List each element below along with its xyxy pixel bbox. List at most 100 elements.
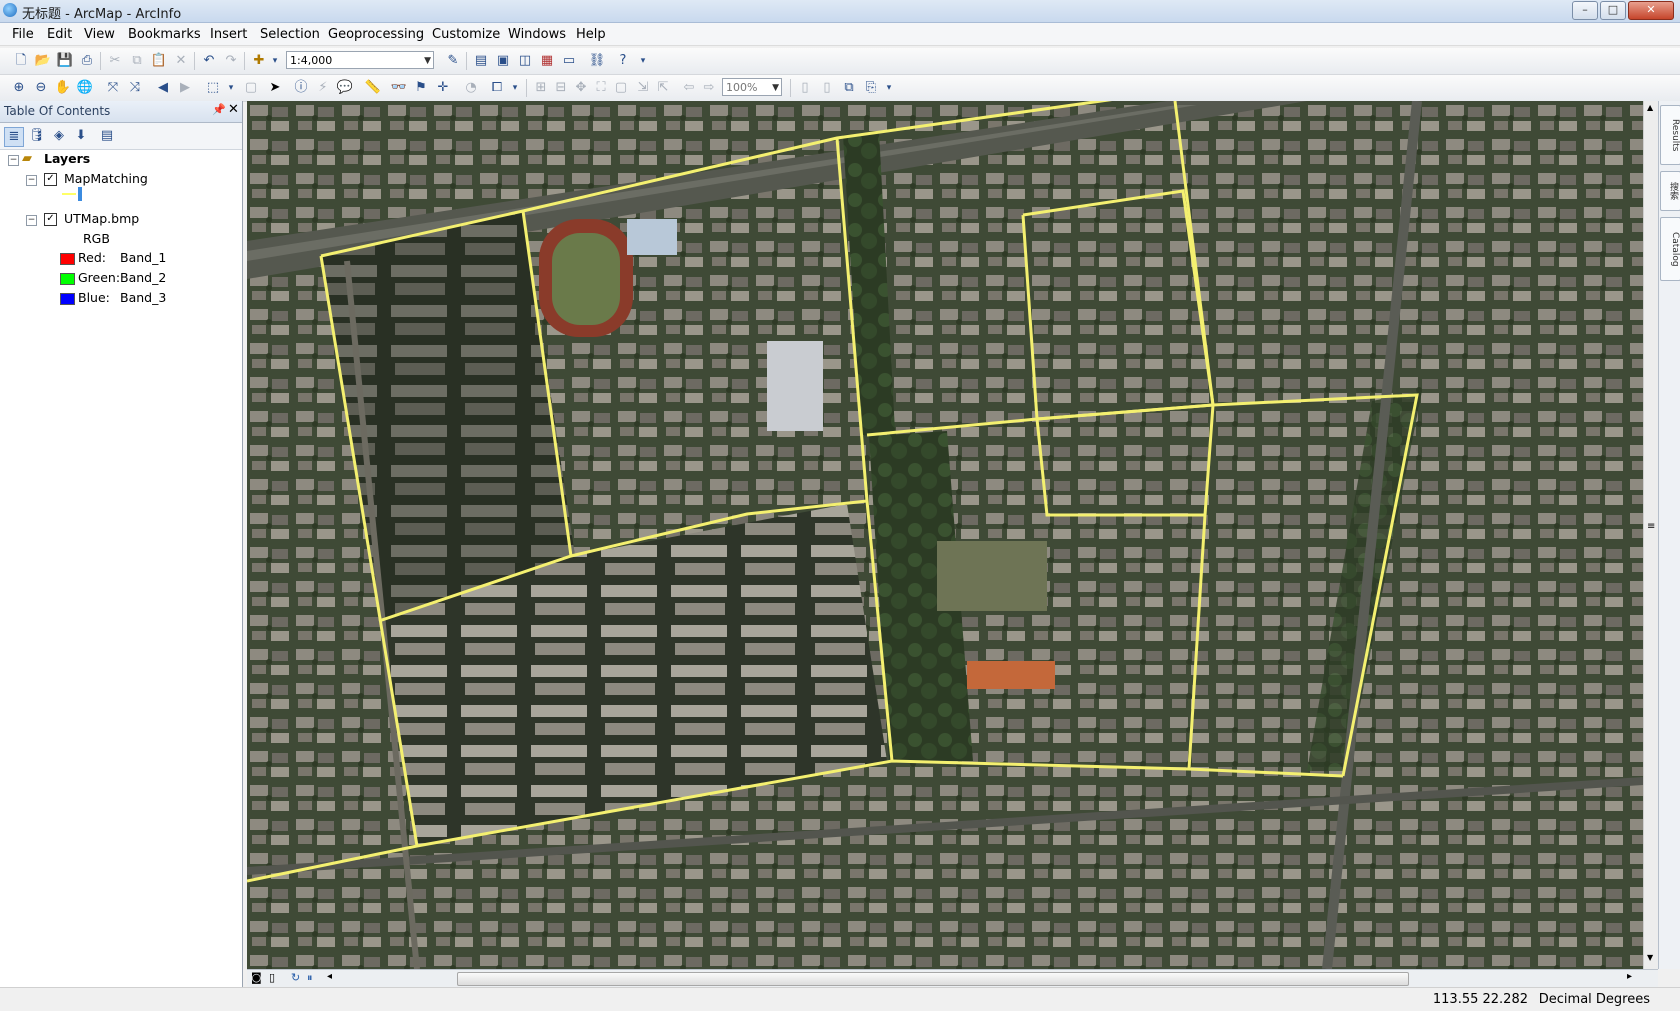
- data-view-icon[interactable]: ◙: [251, 971, 262, 984]
- data-driven-pages-icon[interactable]: ⎘: [862, 79, 880, 97]
- layout-zoom-out-icon[interactable]: ⊟: [552, 79, 570, 97]
- menu-geoprocessing[interactable]: Geoprocessing: [328, 27, 424, 42]
- create-viewer-window-icon[interactable]: ⧠: [488, 79, 506, 97]
- scroll-up-arrow-icon[interactable]: ▲: [1647, 103, 1653, 112]
- select-features-icon[interactable]: ⬚: [204, 79, 222, 97]
- fixed-zoom-in-icon[interactable]: ⤧: [104, 79, 122, 97]
- search-window-icon[interactable]: ◫: [516, 52, 534, 70]
- layout-zoom-combo[interactable]: 100% ▼: [722, 78, 782, 96]
- chevron-down-icon[interactable]: ▾: [506, 79, 524, 97]
- menu-customize[interactable]: Customize: [432, 27, 500, 42]
- zoom-100-icon[interactable]: ▢: [612, 79, 630, 97]
- measure-ruler-icon[interactable]: 📏: [364, 79, 382, 97]
- scroll-right-arrow-icon[interactable]: ▸: [1627, 971, 1632, 982]
- blue-band-swatch[interactable]: [60, 293, 75, 305]
- green-band-swatch[interactable]: [60, 273, 75, 285]
- layer-name-mapmatching[interactable]: MapMatching: [64, 171, 148, 186]
- horizontal-scroll-thumb[interactable]: [457, 972, 1409, 986]
- go-to-xy-icon[interactable]: ✛: [434, 79, 452, 97]
- list-by-drawing-order-icon[interactable]: ≣: [4, 127, 24, 147]
- whats-this-help-icon[interactable]: ?: [614, 52, 632, 70]
- close-icon[interactable]: ✕: [228, 102, 239, 117]
- open-icon[interactable]: 📂: [34, 52, 52, 70]
- save-icon[interactable]: 💾: [56, 52, 74, 70]
- minimize-button[interactable]: –: [1572, 1, 1598, 20]
- python-window-icon[interactable]: ▭: [560, 52, 578, 70]
- menu-insert[interactable]: Insert: [210, 27, 247, 42]
- copy-icon[interactable]: ⧉: [128, 52, 146, 70]
- html-popup-icon[interactable]: 💬: [336, 79, 354, 97]
- menu-windows[interactable]: Windows: [508, 27, 566, 42]
- menu-file[interactable]: File: [12, 27, 34, 42]
- options-icon[interactable]: ▤: [98, 127, 116, 145]
- layout-forward-icon[interactable]: ⇨: [700, 79, 718, 97]
- delete-icon[interactable]: ✕: [172, 52, 190, 70]
- chevron-down-icon[interactable]: ▾: [634, 52, 652, 70]
- scroll-left-arrow-icon[interactable]: ◂: [327, 971, 332, 982]
- full-extent-globe-icon[interactable]: 🌐: [76, 79, 94, 97]
- print-icon[interactable]: ⎙: [78, 52, 96, 70]
- pin-icon[interactable]: 📌: [212, 103, 226, 116]
- table-of-contents-icon[interactable]: ▤: [472, 52, 490, 70]
- clear-selection-icon[interactable]: ▢: [242, 79, 260, 97]
- layout-pan-icon[interactable]: ✥: [572, 79, 590, 97]
- new-document-icon[interactable]: 🗋: [12, 52, 30, 70]
- collapse-utmap-toggle[interactable]: −: [26, 215, 37, 226]
- satellite-imagery-map[interactable]: [247, 101, 1643, 969]
- arctoolbox-icon[interactable]: ▦: [538, 52, 556, 70]
- maximize-button[interactable]: □: [1600, 1, 1626, 20]
- collapse-mapmatching-toggle[interactable]: −: [26, 175, 37, 186]
- change-layout-icon[interactable]: ⧉: [840, 79, 858, 97]
- layout-fixed-zoom-in-icon[interactable]: ⇲: [634, 79, 652, 97]
- zoom-in-icon[interactable]: ⊕: [10, 79, 28, 97]
- undo-icon[interactable]: ↶: [200, 52, 218, 70]
- chevron-down-icon[interactable]: ▾: [222, 79, 240, 97]
- chevron-down-icon[interactable]: ▾: [266, 52, 284, 70]
- mapmatching-line-symbol[interactable]: [62, 193, 76, 195]
- find-binoculars-icon[interactable]: 👓: [390, 79, 408, 97]
- menu-help[interactable]: Help: [576, 27, 606, 42]
- menu-edit[interactable]: Edit: [47, 27, 72, 42]
- redo-icon[interactable]: ↷: [222, 52, 240, 70]
- layer-name-utmap[interactable]: UTMap.bmp: [64, 211, 139, 226]
- catalog-window-icon[interactable]: ▣: [494, 52, 512, 70]
- paste-icon[interactable]: 📋: [150, 52, 168, 70]
- refresh-icon[interactable]: ↻: [291, 971, 300, 984]
- menu-bookmarks[interactable]: Bookmarks: [128, 27, 201, 42]
- pause-drawing-icon[interactable]: ⏸: [307, 971, 313, 985]
- toggle-draft-mode-icon[interactable]: ▯: [796, 79, 814, 97]
- back-arrow-icon[interactable]: ◀: [154, 79, 172, 97]
- pan-hand-icon[interactable]: ✋: [54, 79, 72, 97]
- focus-data-frame-icon[interactable]: ▯: [818, 79, 836, 97]
- collapse-layers-toggle[interactable]: −: [8, 155, 19, 166]
- cut-icon[interactable]: ✂: [106, 52, 124, 70]
- results-tab[interactable]: Results: [1660, 105, 1680, 165]
- search-tab[interactable]: 搜索: [1660, 171, 1680, 211]
- map-vertical-scrollbar[interactable]: ▲ ≡ ▼: [1643, 101, 1659, 969]
- close-button[interactable]: ✕: [1628, 1, 1674, 20]
- map-scale-combo[interactable]: 1:4,000 ▼: [286, 51, 434, 69]
- time-slider-icon[interactable]: ◔: [462, 79, 480, 97]
- menu-view[interactable]: View: [84, 27, 115, 42]
- forward-arrow-icon[interactable]: ▶: [176, 79, 194, 97]
- model-builder-icon[interactable]: ⛓: [588, 52, 606, 70]
- catalog-tab[interactable]: Catalog: [1660, 217, 1680, 281]
- layout-fixed-zoom-out-icon[interactable]: ⇱: [654, 79, 672, 97]
- select-elements-arrow-icon[interactable]: ➤: [266, 79, 284, 97]
- hyperlink-icon[interactable]: ⚡: [314, 79, 332, 97]
- red-band-swatch[interactable]: [60, 253, 75, 265]
- layout-back-icon[interactable]: ⇦: [680, 79, 698, 97]
- zoom-out-icon[interactable]: ⊖: [32, 79, 50, 97]
- layout-view-icon[interactable]: ▯: [269, 971, 275, 984]
- data-frame-label[interactable]: Layers: [44, 151, 90, 166]
- find-route-icon[interactable]: ⚑: [412, 79, 430, 97]
- mapmatching-visibility-checkbox[interactable]: ✓: [44, 173, 57, 186]
- map-display[interactable]: [247, 101, 1643, 969]
- utmap-visibility-checkbox[interactable]: ✓: [44, 213, 57, 226]
- list-by-visibility-icon[interactable]: ◈: [50, 127, 68, 145]
- zoom-whole-page-icon[interactable]: ⛶: [592, 79, 610, 97]
- identify-info-icon[interactable]: ⓘ: [292, 79, 310, 97]
- chevron-down-icon[interactable]: ▾: [880, 79, 898, 97]
- list-by-source-icon[interactable]: 🛢: [28, 127, 46, 145]
- menu-selection[interactable]: Selection: [260, 27, 320, 42]
